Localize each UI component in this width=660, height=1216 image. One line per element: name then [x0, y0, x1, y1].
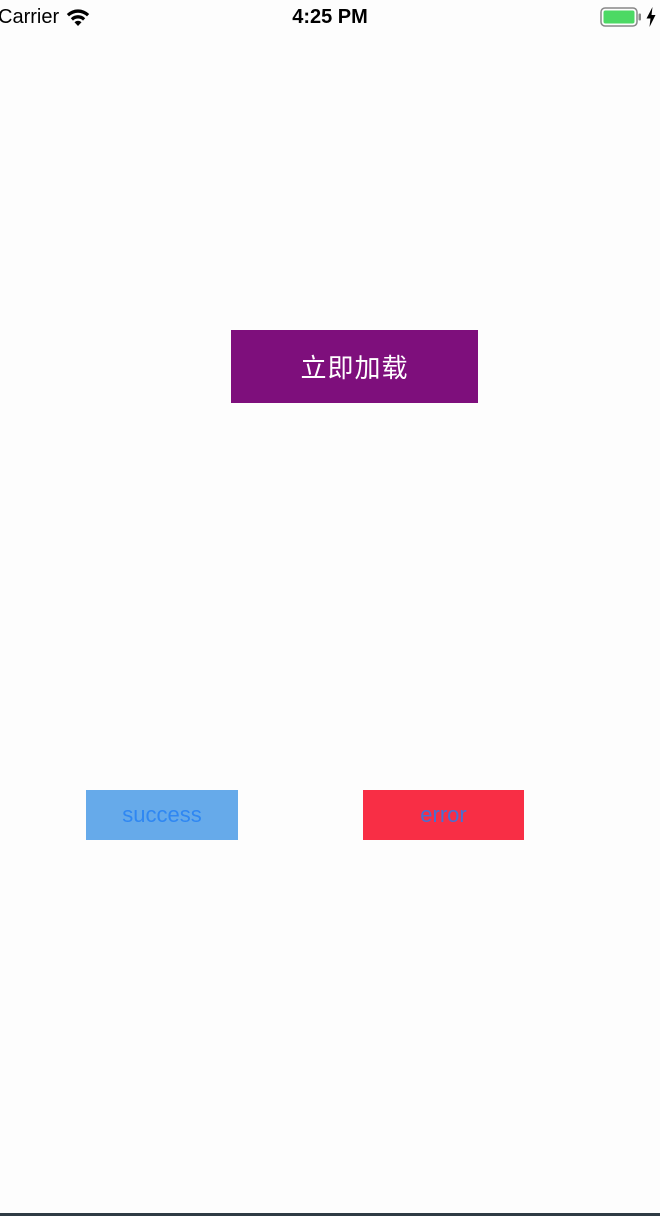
- load-now-button[interactable]: 立即加载: [231, 330, 478, 403]
- error-button[interactable]: error: [363, 790, 524, 840]
- status-bar: Carrier 4:25 PM: [0, 0, 660, 36]
- status-time: 4:25 PM: [292, 6, 368, 28]
- success-button[interactable]: success: [86, 790, 238, 840]
- battery-icon: [600, 7, 641, 27]
- charging-bolt-icon: [646, 7, 656, 27]
- app-screen: Carrier 4:25 PM 立即加载 success error: [0, 0, 660, 1216]
